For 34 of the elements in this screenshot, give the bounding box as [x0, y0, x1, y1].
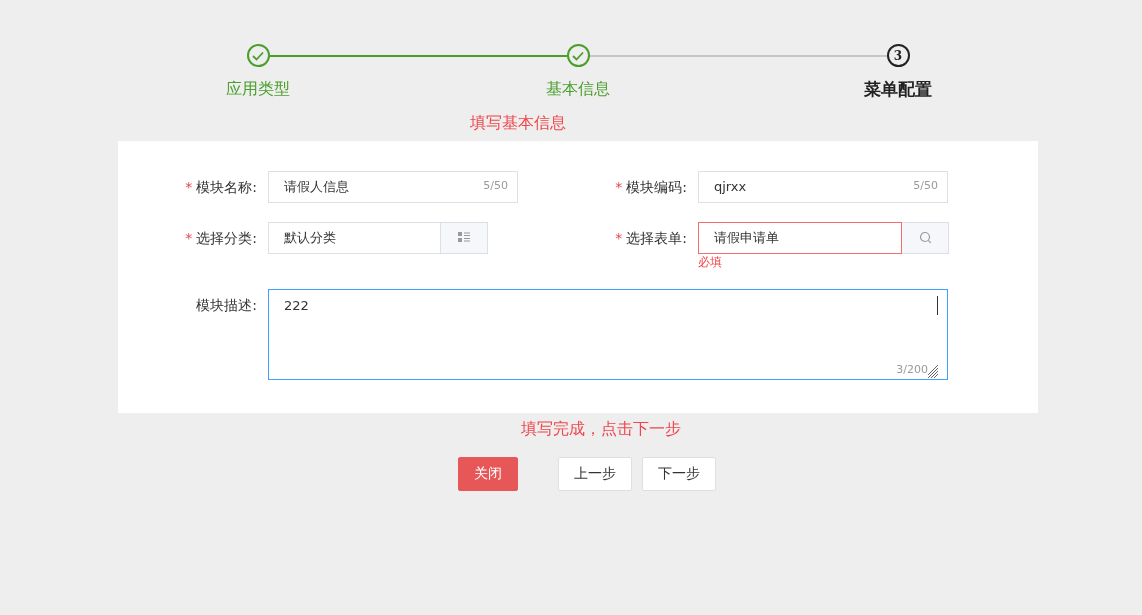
step-label: 应用类型 [226, 78, 290, 100]
step-button[interactable]: 上一步 [558, 456, 632, 491]
char-counter: 5/50 [913, 178, 938, 195]
input-field[interactable]: 默认分类 [268, 221, 441, 254]
input-field[interactable]: qjrxx 5/50 [698, 170, 948, 203]
char-counter: 3/200 [896, 362, 928, 378]
hint-text: 填写完成，点击下一步 [521, 417, 681, 440]
step-label: 基本信息 [546, 78, 610, 100]
field-label: 选择分类: [196, 229, 257, 246]
char-counter: 5/50 [483, 178, 508, 195]
field-label: 模块编码: [626, 178, 687, 195]
list-button[interactable] [441, 221, 488, 254]
required-mark: * [615, 229, 623, 246]
hint-text: 填写基本信息 [470, 111, 566, 134]
required-mark: * [615, 178, 623, 195]
resize-handle-icon[interactable] [928, 364, 938, 379]
step-number: 3 [886, 44, 910, 67]
error-text: 必填 [698, 253, 723, 270]
field-label: 模块名称: [196, 178, 257, 195]
input-field[interactable]: 请假人信息 5/50 [268, 170, 518, 203]
step-label: 菜单配置 [864, 78, 932, 101]
check-icon [572, 50, 584, 61]
close-button[interactable]: 关闭 [458, 456, 518, 491]
check-icon [252, 50, 264, 61]
required-mark: * [185, 178, 193, 195]
textarea-field[interactable]: 222 3/200 [268, 288, 948, 380]
required-mark: * [185, 229, 193, 246]
search-icon [918, 231, 932, 244]
step-button[interactable]: 下一步 [642, 456, 716, 491]
input-field[interactable]: 请假申请单 [698, 221, 902, 254]
field-label: 选择表单: [626, 229, 687, 246]
list-icon [458, 232, 470, 243]
field-label: 模块描述: [196, 296, 257, 313]
search-button[interactable] [902, 221, 949, 254]
